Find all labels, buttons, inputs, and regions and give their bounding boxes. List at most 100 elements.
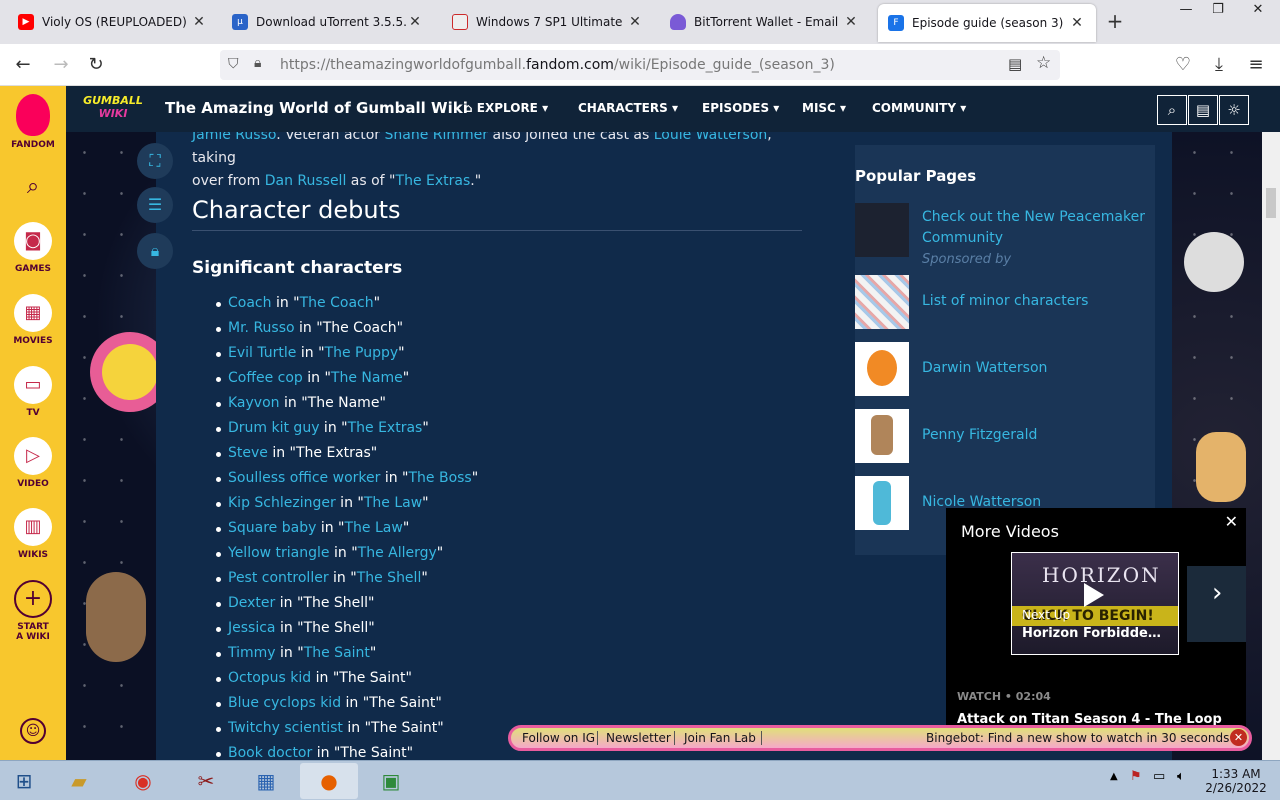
wiki-logo[interactable]: GUMBALL WIKI [80,94,146,124]
link-louie-watterson[interactable]: Louie Watterson [654,132,768,143]
address-bar[interactable]: ⛉ 🔒︎ https://theamazingworldofgumball.fa… [220,50,1060,80]
episode-link[interactable]: The Law [364,495,422,511]
nav-characters[interactable]: CHARACTERS ▾ [578,101,678,115]
character-link[interactable]: Coffee cop [228,370,303,386]
close-icon[interactable]: ✕ [1225,512,1238,531]
next-video-card[interactable]: HORIZON CLICK TO BEGIN! Next Up Horizon … [1011,552,1179,655]
installer-taskbar-button[interactable]: ▣ [362,763,420,799]
episode-link[interactable]: The Extras [348,420,423,436]
fullscreen-button[interactable]: ⛶ [137,143,173,179]
rail-item-wikis[interactable]: ▥ WIKIS [0,508,66,560]
file-explorer-taskbar-button[interactable]: ▰ [50,763,108,799]
character-link[interactable]: Steve [228,445,268,461]
pocket-icon[interactable]: ♡ [1170,52,1196,78]
rail-item-video[interactable]: ▷ VIDEO [0,437,66,489]
rail-item-start-a-wiki[interactable]: + START A WIKI [0,580,66,642]
close-window-button[interactable]: ✕ [1236,0,1280,22]
action-center-icon[interactable]: ⚑ [1130,769,1142,784]
reader-view-icon[interactable]: ▤ [1008,55,1022,73]
nav-explore[interactable]: ⌂ EXPLORE ▾ [464,101,548,115]
character-link[interactable]: Octopus kid [228,670,311,686]
search-button[interactable]: ⌕ [0,174,66,199]
start-button[interactable]: ⊞ [2,763,46,799]
play-icon[interactable] [1084,583,1104,607]
nav-community[interactable]: COMMUNITY ▾ [872,101,966,115]
episode-link[interactable]: The Saint [304,645,370,661]
link-the-extras[interactable]: The Extras [396,173,471,189]
back-arrow-icon[interactable]: ← [10,52,36,78]
lock-icon[interactable]: 🔒︎ [254,55,261,71]
character-link[interactable]: Jessica [228,620,276,636]
popular-page-item[interactable]: Penny Fitzgerald [855,409,1155,463]
character-link[interactable]: Yellow triangle [228,545,330,561]
rail-item-tv[interactable]: ▭ TV [0,366,66,418]
character-link[interactable]: Square baby [228,520,316,536]
popular-page-link[interactable]: Darwin Watterson [922,358,1152,379]
episode-link[interactable]: The Boss [408,470,471,486]
download-icon[interactable]: ⤓ [1206,52,1232,78]
forward-arrow-icon[interactable]: → [48,52,74,78]
reload-icon[interactable]: ↻ [83,52,109,78]
close-tab-icon[interactable]: ✕ [406,14,424,30]
rail-item-games[interactable]: ◙ GAMES [0,222,66,274]
nav-misc[interactable]: MISC ▾ [802,101,846,115]
popular-page-link[interactable]: List of minor characters [922,291,1152,312]
wiki-title[interactable]: The Amazing World of Gumball Wiki [165,99,468,117]
user-account-button[interactable]: ☺ [0,718,66,744]
browser-tab-5-active[interactable]: F Episode guide (season 3) | The ✕ [878,4,1096,42]
character-link[interactable]: Drum kit guy [228,420,319,436]
close-tab-icon[interactable]: ✕ [190,14,208,30]
character-link[interactable]: Coach [228,295,272,311]
episode-link[interactable]: The Puppy [325,345,399,361]
character-link[interactable]: Twitchy scientist [228,720,343,736]
episode-link[interactable]: The Coach [300,295,374,311]
network-icon[interactable]: ▭ [1153,769,1165,784]
episode-link[interactable]: The Shell [357,570,422,586]
popular-page-link[interactable]: Penny Fitzgerald [922,425,1152,446]
episode-link[interactable]: The Allergy [358,545,437,561]
popular-page-item[interactable]: Darwin Watterson [855,342,1155,396]
fandom-logo[interactable]: FANDOM [0,94,66,150]
follow-ig-link[interactable]: Follow on IG [522,731,595,745]
close-tab-icon[interactable]: ✕ [626,14,644,30]
system-clock[interactable]: 1:33 AM 2/26/2022 [1204,767,1268,795]
page-scrollbar[interactable] [1262,132,1280,760]
character-link[interactable]: Mr. Russo [228,320,295,336]
table-of-contents-button[interactable]: ☰ [137,187,173,223]
page-lock-button[interactable]: 🔒︎ [137,233,173,269]
wiki-search-button[interactable]: ⌕ [1157,95,1187,125]
discussions-button[interactable]: ▤ [1188,95,1218,125]
close-tab-icon[interactable]: ✕ [842,14,860,30]
minimize-button[interactable]: — [1172,0,1200,22]
join-fan-lab-link[interactable]: Join Fan Lab [684,731,756,745]
popular-page-item[interactable]: List of minor characters [855,275,1155,329]
character-link[interactable]: Book doctor [228,745,312,760]
bingebot-promo-link[interactable]: Bingebot: Find a new show to watch in 30… [926,731,1229,745]
character-link[interactable]: Soulless office worker [228,470,380,486]
chrome-taskbar-button[interactable]: ◉ [114,763,172,799]
link-shane-rimmer[interactable]: Shane Rimmer [385,132,489,143]
theme-toggle-button[interactable]: ☼ [1219,95,1249,125]
link-dan-russell[interactable]: Dan Russell [265,173,347,189]
scrollbar-thumb[interactable] [1266,188,1276,218]
tool-taskbar-button[interactable]: ✂ [177,763,235,799]
browser-tab-2[interactable]: μ Download uTorrent 3.5.5.46148 ✕ [222,0,434,44]
browser-tab-1[interactable]: ▶ Violy OS (REUPLOADED) - YouTube ✕ [8,0,218,44]
browser-tab-4[interactable]: BitTorrent Wallet - Email ✕ [660,0,870,44]
chevron-right-icon[interactable]: › [1212,578,1222,608]
rail-item-movies[interactable]: ▦ MOVIES [0,294,66,346]
bookmark-star-icon[interactable]: ☆ [1036,53,1051,73]
browser-tab-3[interactable]: Windows 7 SP1 Ultimate x64 & ✕ [442,0,654,44]
episode-link[interactable]: The Name [331,370,403,386]
link-jamie-russo[interactable]: Jamie Russo [192,132,276,143]
new-tab-button[interactable]: + [1102,8,1128,36]
episode-link[interactable]: The Law [344,520,402,536]
character-link[interactable]: Blue cyclops kid [228,695,341,711]
character-link[interactable]: Pest controller [228,570,329,586]
popular-page-link[interactable]: Check out the New Peacemaker Community [922,207,1152,249]
close-icon[interactable]: ✕ [1230,729,1247,746]
maximize-button[interactable]: ❐ [1204,0,1232,22]
character-link[interactable]: Kip Schlezinger [228,495,336,511]
volume-muted-icon[interactable]: 🔈︎ [1177,769,1185,784]
character-link[interactable]: Dexter [228,595,275,611]
